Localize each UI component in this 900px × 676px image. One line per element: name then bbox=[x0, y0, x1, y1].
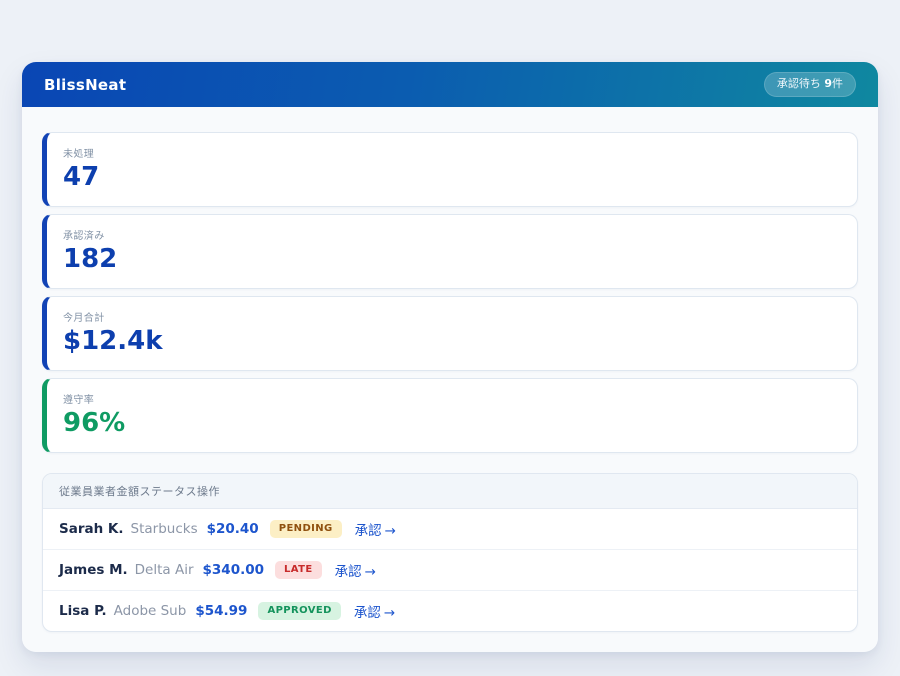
stat-label: 今月合計 bbox=[63, 309, 841, 324]
pending-count-badge: 承認待ち 9件 bbox=[764, 72, 856, 96]
stat-value: 182 bbox=[63, 245, 841, 275]
stat-card-unprocessed: 未処理 47 bbox=[42, 132, 858, 207]
expense-table: 従業員業者金額ステータス操作 Sarah K. Starbucks $20.40… bbox=[42, 473, 858, 632]
column-header-action: 操作 bbox=[197, 485, 220, 498]
stat-card-approved: 承認済み 182 bbox=[42, 214, 858, 289]
approve-link-label: 承認 bbox=[354, 605, 381, 621]
stat-value: 47 bbox=[63, 163, 841, 193]
employee-name: Sarah K. bbox=[59, 521, 124, 537]
status-badge: PENDING bbox=[270, 520, 342, 538]
stat-card-month-total: 今月合計 $12.4k bbox=[42, 296, 858, 371]
vendor-name: Starbucks bbox=[131, 521, 198, 537]
arrow-right-icon: → bbox=[365, 564, 376, 580]
pending-count-value: 9 bbox=[824, 77, 832, 90]
page-background: { "header": { "app_name": "BlissNeat", "… bbox=[0, 0, 900, 676]
arrow-right-icon: → bbox=[385, 523, 396, 539]
vendor-name: Delta Air bbox=[135, 562, 194, 578]
approve-link-label: 承認 bbox=[355, 523, 382, 539]
status-badge: APPROVED bbox=[258, 602, 340, 620]
table-row: Lisa P. Adobe Sub $54.99 APPROVED 承認→ bbox=[43, 591, 857, 631]
approve-link[interactable]: 承認→ bbox=[355, 519, 396, 539]
column-header-employee: 従業員 bbox=[59, 485, 94, 498]
app-header: BlissNeat 承認待ち 9件 bbox=[22, 62, 878, 107]
expense-amount: $340.00 bbox=[203, 562, 265, 578]
stat-label: 未処理 bbox=[63, 145, 841, 160]
stat-value: $12.4k bbox=[63, 327, 841, 357]
pending-count-label: 承認待ち bbox=[777, 77, 825, 90]
arrow-right-icon: → bbox=[384, 605, 395, 621]
app-title: BlissNeat bbox=[44, 76, 126, 94]
expense-amount: $54.99 bbox=[195, 603, 247, 619]
vendor-name: Adobe Sub bbox=[114, 603, 187, 619]
column-header-status: ステータス bbox=[140, 485, 198, 498]
approve-link-label: 承認 bbox=[335, 564, 362, 580]
table-row: James M. Delta Air $340.00 LATE 承認→ bbox=[43, 550, 857, 591]
status-badge: LATE bbox=[275, 561, 322, 579]
app-card: BlissNeat 承認待ち 9件 未処理 47 承認済み 182 今月合計 $… bbox=[22, 62, 878, 652]
app-body: 未処理 47 承認済み 182 今月合計 $12.4k 遵守率 96% 従業員業… bbox=[22, 107, 878, 652]
employee-name: James M. bbox=[59, 562, 128, 578]
table-row: Sarah K. Starbucks $20.40 PENDING 承認→ bbox=[43, 509, 857, 550]
column-header-vendor: 業者 bbox=[94, 485, 117, 498]
expense-amount: $20.40 bbox=[207, 521, 259, 537]
stat-label: 遵守率 bbox=[63, 391, 841, 406]
approve-link[interactable]: 承認→ bbox=[335, 560, 376, 580]
column-header-amount: 金額 bbox=[117, 485, 140, 498]
stat-value: 96% bbox=[63, 409, 841, 439]
table-header-row: 従業員業者金額ステータス操作 bbox=[43, 474, 857, 509]
employee-name: Lisa P. bbox=[59, 603, 107, 619]
approve-link[interactable]: 承認→ bbox=[354, 601, 395, 621]
stat-card-compliance: 遵守率 96% bbox=[42, 378, 858, 453]
stat-label: 承認済み bbox=[63, 227, 841, 242]
pending-count-unit: 件 bbox=[832, 77, 843, 90]
